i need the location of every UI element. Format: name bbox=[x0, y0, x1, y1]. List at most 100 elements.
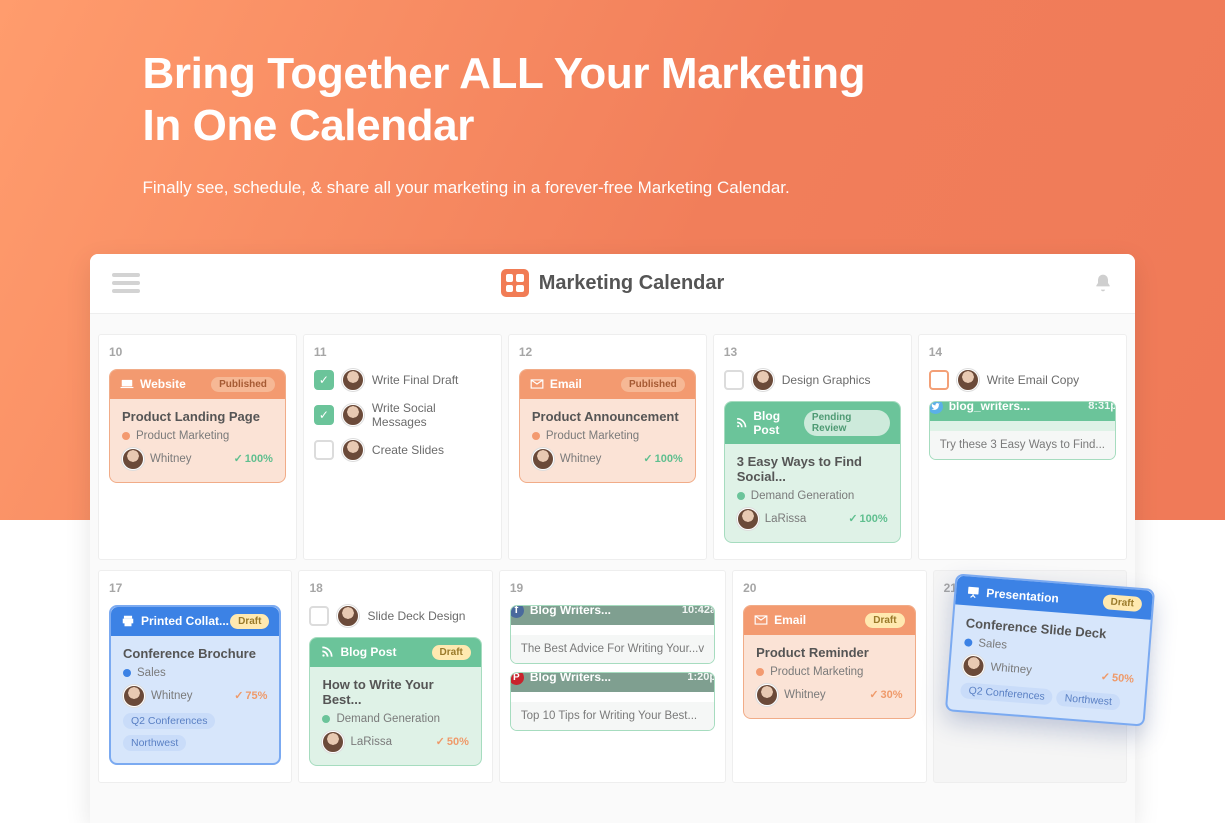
card-kind: Blog Post bbox=[340, 645, 396, 659]
menu-icon[interactable] bbox=[112, 269, 140, 297]
tag[interactable]: Northwest bbox=[123, 735, 186, 751]
facebook-icon: f bbox=[510, 605, 524, 618]
card-team: Sales bbox=[137, 667, 166, 679]
card-blog-13[interactable]: Blog PostPending Review 3 Easy Ways to F… bbox=[724, 401, 901, 543]
card-blog-18[interactable]: Blog Post Draft How to Write Your Best...… bbox=[309, 637, 481, 766]
avatar-icon bbox=[962, 654, 986, 678]
checkbox-icon[interactable]: ✓ bbox=[314, 405, 334, 425]
day-cell-14[interactable]: 14 Write Email Copy blog_writers...8:31p… bbox=[918, 334, 1127, 560]
bell-icon[interactable] bbox=[1093, 272, 1113, 294]
day-cell-17[interactable]: 17 Printed Collat...Draft Conference Bro… bbox=[98, 570, 292, 783]
day-number: 19 bbox=[510, 581, 715, 595]
tag[interactable]: Northwest bbox=[1056, 690, 1120, 711]
card-owner: Whitney bbox=[560, 453, 602, 465]
card-owner: LaRissa bbox=[765, 513, 807, 525]
task-row[interactable]: ✓ Write Final Draft bbox=[314, 369, 491, 391]
day-number: 13 bbox=[724, 345, 901, 359]
task-row[interactable]: Create Slides bbox=[314, 439, 491, 461]
topbar: Marketing Calendar bbox=[90, 254, 1135, 314]
rss-icon bbox=[735, 416, 748, 430]
printer-icon bbox=[121, 614, 135, 628]
card-kind: Presentation bbox=[986, 585, 1060, 605]
day-cell-20[interactable]: 20 EmailDraft Product Reminder Product M… bbox=[732, 570, 926, 783]
task-row[interactable]: ✓ Write Social Messages bbox=[314, 401, 491, 429]
card-title: How to Write Your Best... bbox=[322, 677, 468, 707]
card-time: 8:31p bbox=[1088, 401, 1116, 413]
card-pct: ✓100% bbox=[643, 452, 682, 465]
social-card-pinterest[interactable]: PBlog Writers...1:20p Top 10 Tips for Wr… bbox=[510, 672, 715, 731]
laptop-icon bbox=[120, 377, 134, 391]
card-presentation-21[interactable]: PresentationDraft Conference Slide Deck … bbox=[945, 573, 1155, 726]
hero-title: Bring Together ALL Your Marketing In One… bbox=[143, 48, 1083, 152]
tag[interactable]: Q2 Conferences bbox=[960, 682, 1053, 705]
avatar-icon bbox=[322, 731, 344, 753]
tag[interactable]: Q2 Conferences bbox=[123, 713, 215, 729]
card-title: Product Landing Page bbox=[122, 409, 273, 424]
day-cell-19[interactable]: 19 f Blog Writers... 10:42a The Best Advic… bbox=[499, 570, 726, 783]
day-cell-12[interactable]: 12 EmailPublished Product Announcement P… bbox=[508, 334, 707, 560]
card-kind: Blog Writers... bbox=[530, 605, 611, 618]
day-cell-11[interactable]: 11 ✓Write Final Draft ✓Write Social Mess… bbox=[303, 334, 502, 560]
twitter-icon bbox=[929, 401, 943, 414]
social-card-facebook[interactable]: f Blog Writers... 10:42a The Best Advice F… bbox=[510, 605, 715, 664]
day-number: 12 bbox=[519, 345, 696, 359]
card-owner: Whitney bbox=[990, 661, 1032, 676]
card-time: 10:42a bbox=[682, 605, 715, 617]
card-pct: ✓100% bbox=[848, 512, 887, 525]
card-printed-17[interactable]: Printed Collat...Draft Conference Brochu… bbox=[109, 605, 281, 765]
card-pct: ✓50% bbox=[1100, 669, 1134, 685]
task-row[interactable]: Slide Deck Design bbox=[309, 605, 481, 627]
checkbox-icon[interactable] bbox=[309, 606, 329, 626]
day-cell-21[interactable]: 21 PresentationDraft Conference Slide De… bbox=[933, 570, 1127, 783]
card-body: Top 10 Tips for Writing Your Best... bbox=[511, 702, 714, 730]
avatar-icon bbox=[342, 439, 364, 461]
checkbox-icon[interactable]: ✓ bbox=[314, 370, 334, 390]
checkbox-icon[interactable] bbox=[724, 370, 744, 390]
avatar-icon bbox=[337, 605, 359, 627]
card-team: Product Marketing bbox=[770, 666, 863, 678]
card-kind: blog_writers... bbox=[949, 401, 1030, 414]
card-kind: Blog Post bbox=[753, 409, 804, 437]
rss-icon bbox=[320, 645, 334, 659]
card-team: Product Marketing bbox=[546, 430, 639, 442]
brand-logo-icon bbox=[501, 269, 529, 297]
avatar-icon bbox=[122, 448, 144, 470]
card-body: The Best Advice For Writing Your...v bbox=[511, 635, 714, 663]
card-email-20[interactable]: EmailDraft Product Reminder Product Mark… bbox=[743, 605, 915, 719]
team-dot-icon bbox=[964, 638, 973, 647]
task-label: Write Email Copy bbox=[987, 373, 1079, 387]
card-title: Product Reminder bbox=[756, 645, 902, 660]
day-cell-13[interactable]: 13 Design Graphics Blog PostPending Revi… bbox=[713, 334, 912, 560]
card-kind: Blog Writers... bbox=[530, 672, 611, 685]
task-label: Slide Deck Design bbox=[367, 609, 465, 623]
hero-title-line2: In One Calendar bbox=[143, 101, 474, 150]
app-window: Marketing Calendar 10 WebsitePublished P… bbox=[90, 254, 1135, 823]
card-pct: ✓50% bbox=[436, 735, 469, 748]
day-cell-10[interactable]: 10 WebsitePublished Product Landing Page… bbox=[98, 334, 297, 560]
checkbox-icon[interactable] bbox=[929, 370, 949, 390]
day-number: 18 bbox=[309, 581, 481, 595]
avatar-icon bbox=[957, 369, 979, 391]
checkbox-icon[interactable] bbox=[314, 440, 334, 460]
task-row[interactable]: Design Graphics bbox=[724, 369, 901, 391]
hero-title-line1: Bring Together ALL Your Marketing bbox=[143, 49, 866, 98]
task-label: Write Social Messages bbox=[372, 401, 491, 429]
card-pct: ✓100% bbox=[234, 452, 273, 465]
avatar-icon bbox=[123, 685, 145, 707]
brand-label: Marketing Calendar bbox=[539, 272, 725, 295]
card-body: Try these 3 Easy Ways to Find... bbox=[930, 431, 1115, 459]
task-label: Write Final Draft bbox=[372, 373, 458, 387]
task-row[interactable]: Write Email Copy bbox=[929, 369, 1116, 391]
social-card-twitter[interactable]: blog_writers... 8:31p Try these 3 Easy Wa… bbox=[929, 401, 1116, 460]
card-kind: Website bbox=[140, 377, 186, 391]
card-pct: ✓75% bbox=[234, 689, 267, 702]
avatar-icon bbox=[737, 508, 759, 530]
status-pill: Draft bbox=[432, 645, 471, 660]
card-website[interactable]: WebsitePublished Product Landing Page Pr… bbox=[109, 369, 286, 483]
card-email-12[interactable]: EmailPublished Product Announcement Prod… bbox=[519, 369, 696, 483]
card-owner: Whitney bbox=[151, 690, 193, 702]
brand: Marketing Calendar bbox=[501, 269, 725, 297]
presentation-icon bbox=[966, 584, 981, 599]
calendar-grid: 10 WebsitePublished Product Landing Page… bbox=[90, 314, 1135, 823]
day-cell-18[interactable]: 18 Slide Deck Design Blog Post Draft How … bbox=[298, 570, 492, 783]
